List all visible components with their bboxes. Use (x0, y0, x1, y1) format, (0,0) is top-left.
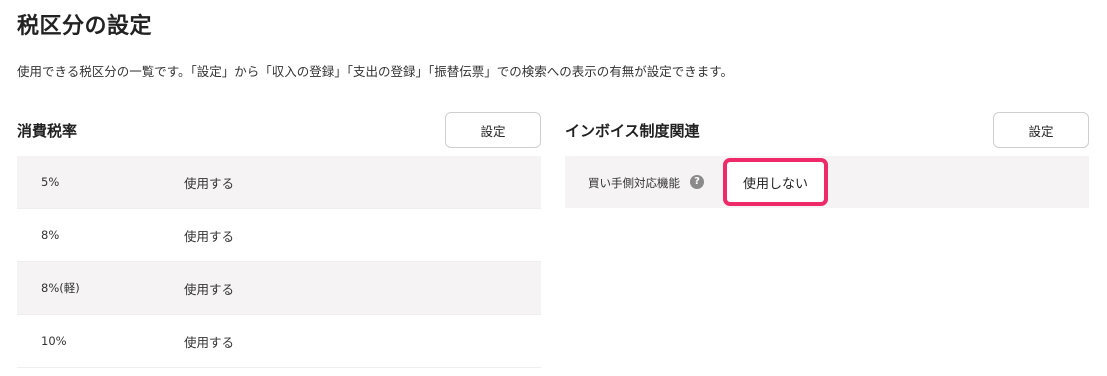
tax-rate-row: 8%(軽) 使用する (17, 262, 541, 315)
tax-rate-status: 使用する (184, 175, 235, 191)
tax-rate-status: 使用する (184, 334, 235, 350)
buyer-function-label: 買い手側対応機能 (588, 176, 680, 190)
tax-rate-status: 使用する (184, 228, 235, 244)
consumption-tax-header: 消費税率 設定 (17, 112, 541, 148)
invoice-header: インボイス制度関連 設定 (565, 112, 1089, 148)
tax-rate-label: 10% (41, 334, 67, 348)
tax-rate-label: 8% (41, 228, 60, 242)
tax-rate-status: 使用する (184, 281, 235, 297)
tax-rate-label: 8%(軽) (41, 281, 80, 295)
invoice-settings-button[interactable]: 設定 (993, 112, 1089, 148)
tax-rate-list: 5% 使用する 8% 使用する 8%(軽) 使用する 10% 使用する (17, 156, 541, 368)
invoice-section: インボイス制度関連 設定 買い手側対応機能 ? 使用しない (565, 112, 1089, 208)
consumption-tax-title: 消費税率 (17, 122, 78, 140)
tax-rate-row: 8% 使用する (17, 209, 541, 262)
consumption-tax-section: 消費税率 設定 5% 使用する 8% 使用する 8%(軽) 使用する 10% 使… (17, 112, 541, 368)
invoice-title: インボイス制度関連 (565, 122, 700, 140)
help-icon[interactable]: ? (690, 175, 704, 189)
page-description: 使用できる税区分の一覧です。「設定」から「収入の登録」「支出の登録」「振替伝票」… (17, 64, 734, 79)
tax-rate-row: 10% 使用する (17, 315, 541, 368)
buyer-function-row: 買い手側対応機能 ? 使用しない (565, 156, 1089, 208)
page-title: 税区分の設定 (17, 14, 153, 39)
tax-rate-row: 5% 使用する (17, 156, 541, 209)
consumption-tax-settings-button[interactable]: 設定 (445, 112, 541, 148)
tax-rate-label: 5% (41, 175, 60, 189)
buyer-function-status: 使用しない (723, 158, 828, 206)
